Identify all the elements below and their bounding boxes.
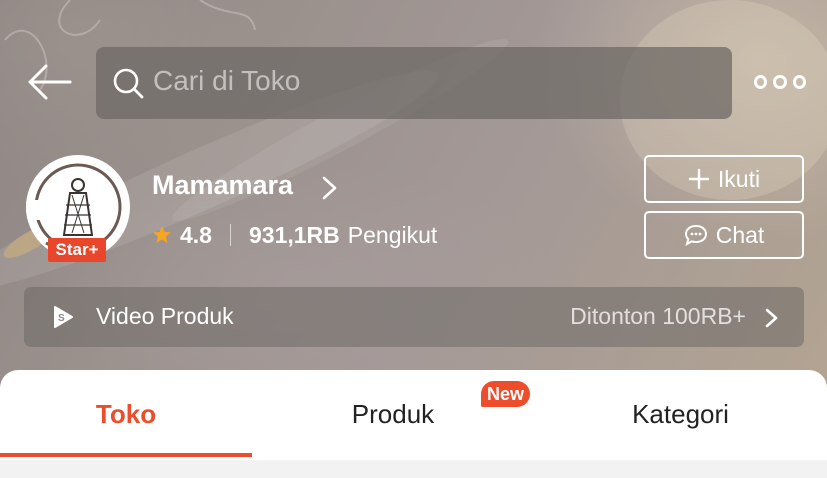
chevron-right-icon[interactable] <box>318 175 340 201</box>
star-plus-badge: Star+ <box>48 238 106 262</box>
search-input[interactable]: Cari di Toko <box>153 65 300 97</box>
content-divider <box>0 460 827 478</box>
more-icon <box>792 75 806 89</box>
active-tab-indicator <box>0 453 252 457</box>
follow-button[interactable]: Ikuti <box>644 155 804 203</box>
more-icon <box>754 75 768 89</box>
star-icon <box>153 226 171 243</box>
shop-tabs: Toko Produk Kategori <box>0 370 827 460</box>
follow-label: Ikuti <box>717 165 761 192</box>
shop-stats: 4.8 931,1RB Pengikut <box>152 220 437 250</box>
more-icon <box>773 75 787 89</box>
shop-rating: 4.8 <box>180 221 212 248</box>
back-arrow-icon <box>28 64 72 100</box>
follower-label: Pengikut <box>347 221 438 248</box>
new-badge: New <box>481 381 531 407</box>
chevron-right-icon <box>765 308 778 328</box>
tab-kategori[interactable]: Kategori <box>534 370 827 460</box>
chat-bubble-icon <box>684 224 707 246</box>
video-product-label: Video Produk <box>96 303 234 329</box>
search-icon <box>113 68 144 99</box>
follower-count: 931,1RB <box>248 221 340 248</box>
svg-text:S: S <box>58 313 65 324</box>
more-button[interactable] <box>754 70 806 94</box>
back-button[interactable] <box>26 62 72 102</box>
search-bar[interactable]: Cari di Toko <box>96 47 732 119</box>
video-view-count: Ditonton 100RB+ <box>570 303 746 329</box>
divider <box>229 224 231 246</box>
chat-label: Chat <box>715 221 765 248</box>
shop-name[interactable]: Mamamara <box>152 170 293 201</box>
plus-icon <box>688 168 710 190</box>
tab-toko[interactable]: Toko <box>0 370 252 460</box>
shop-header: Cari di Toko Star+ Mamamara 4.8 931,1RB … <box>0 0 827 400</box>
video-product-row[interactable]: S Video Produk Ditonton 100RB+ <box>24 287 804 347</box>
chat-button[interactable]: Chat <box>644 211 804 259</box>
video-play-icon: S <box>54 306 73 328</box>
